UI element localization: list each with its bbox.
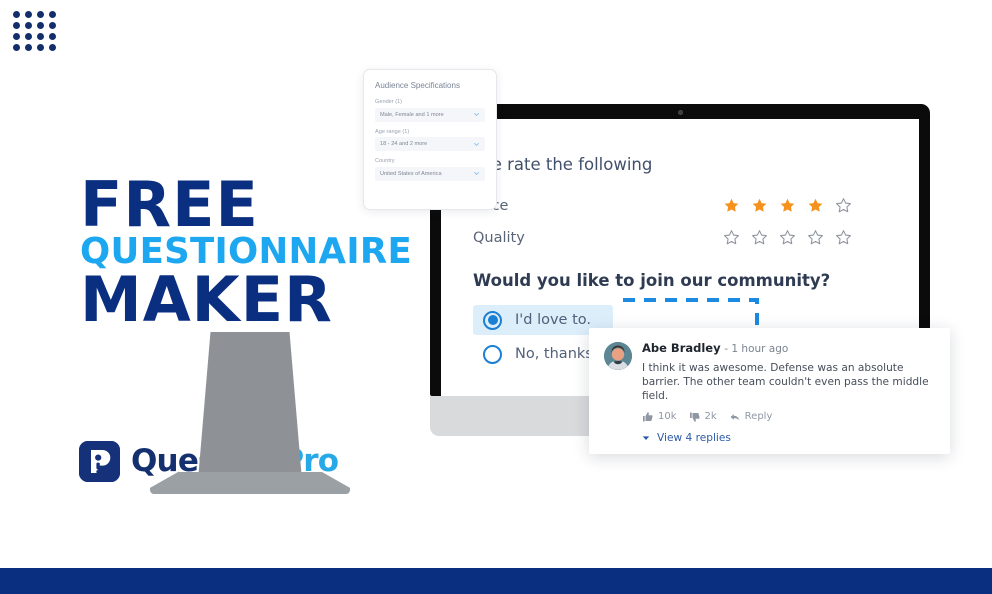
star-outline-icon[interactable] [751,229,768,246]
comment-author-name[interactable]: Abe Bradley [642,341,721,355]
rating-row[interactable]: rvice [473,197,873,214]
star-rating-quality[interactable] [723,229,852,246]
grid-dot [49,22,56,29]
age-range-select[interactable]: 18 - 24 and 2 more [375,137,485,151]
star-filled-icon[interactable] [723,197,740,214]
grid-dot [37,33,44,40]
grid-dot [25,44,32,51]
field-label: Country [375,158,395,164]
radio-option-label: No, thanks. [515,346,598,362]
grid-dot [49,11,56,18]
star-filled-icon[interactable] [751,197,768,214]
field-label: Gender (1) [375,99,403,105]
view-replies-label: View 4 replies [657,431,731,444]
field-group-gender: Gender (1) Male, Female and 1 more [375,99,485,122]
webcam-icon [677,110,683,115]
monitor-stand-neck [198,332,302,480]
reply-action[interactable]: Reply [729,411,773,423]
reply-label: Reply [744,411,773,423]
grid-dot [37,11,44,18]
comment-timestamp: - 1 hour ago [724,343,789,355]
field-group-age-range: Age range (1) 18 - 24 and 2 more [375,128,485,151]
chevron-down-icon[interactable] [473,170,480,177]
grid-dot [49,44,56,51]
promo-banner: FREE QUESTIONNAIRE MAKER QuestionPro ase… [0,0,992,594]
questionpro-logo-mark-icon [79,441,120,482]
star-outline-icon[interactable] [807,229,824,246]
rating-label: rvice [473,198,723,214]
field-label: Age range (1) [375,128,410,135]
country-select[interactable]: United States of America [375,166,485,181]
chevron-down-icon[interactable] [473,141,480,148]
grid-dot [49,33,56,40]
radio-unselected-icon[interactable] [483,344,502,364]
star-rating-service[interactable] [723,197,852,214]
dislike-action[interactable]: 2k [689,411,717,423]
thumbs-up-icon[interactable] [642,411,654,423]
grid-dot [37,44,44,51]
audience-panel-title: Audience Specifications [375,81,460,90]
thumbs-down-icon[interactable] [689,411,701,423]
field-group-country: Country United States of America [375,158,485,181]
comment-card: Abe Bradley - 1 hour ago I think it was … [589,328,950,454]
audience-specifications-panel: Audience Specifications Gender (1) Male,… [363,69,497,210]
comment-text: I think it was awesome. Defense was an a… [642,361,929,402]
grid-dot [13,44,20,51]
comment-body: Abe Bradley - 1 hour ago I think it was … [642,342,934,423]
view-replies-toggle[interactable]: View 4 replies [642,432,934,444]
grid-dot [25,22,32,29]
avatar[interactable] [604,342,632,370]
star-filled-icon[interactable] [807,197,824,214]
comment-author-line: Abe Bradley - 1 hour ago [642,342,934,356]
headline-line-maker: MAKER [80,262,333,336]
grid-dot [25,11,32,18]
star-outline-icon[interactable] [779,229,796,246]
radio-selected-icon[interactable] [483,310,502,330]
grid-dot [13,11,20,18]
dot-grid-decoration [13,11,61,55]
field-value: Male, Female and 1 more [380,111,444,118]
comment-header: Abe Bradley - 1 hour ago I think it was … [604,342,934,423]
field-value: United States of America [380,170,442,177]
like-count: 10k [658,411,677,423]
grid-dot [13,33,20,40]
survey-rating-prompt: ase rate the following [473,155,653,174]
comment-actions: 10k 2k Reply [642,411,934,423]
star-filled-icon[interactable] [779,197,796,214]
monitor-stand-base [150,472,350,494]
grid-dot [37,22,44,29]
star-outline-icon[interactable] [835,197,852,214]
community-question-label: Would you like to join our community? [473,271,831,290]
rating-row[interactable]: Quality [473,229,873,246]
dislike-count: 2k [704,411,717,423]
grid-dot [13,22,20,29]
reply-arrow-icon[interactable] [729,411,741,423]
field-value: 18 - 24 and 2 more [380,141,428,147]
grid-dot [25,33,32,40]
bottom-bar [0,570,992,594]
star-outline-icon[interactable] [723,229,740,246]
gender-select[interactable]: Male, Female and 1 more [375,107,485,122]
star-outline-icon[interactable] [835,229,852,246]
caret-down-icon[interactable] [642,434,650,442]
like-action[interactable]: 10k [642,411,677,423]
rating-label: Quality [473,229,525,246]
radio-option-label: I'd love to. [515,312,591,328]
chevron-down-icon[interactable] [473,111,480,118]
